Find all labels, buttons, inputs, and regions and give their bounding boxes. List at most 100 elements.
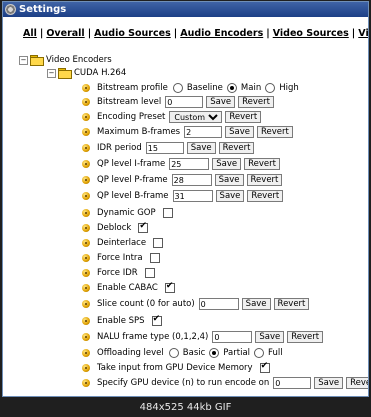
option-label: NALU frame type (0,1,2,4) bbox=[97, 332, 209, 342]
save-button[interactable]: Save bbox=[314, 377, 344, 389]
tree-label: Video Encoders bbox=[46, 55, 112, 65]
revert-button[interactable]: Revert bbox=[225, 111, 262, 123]
save-button[interactable]: Save bbox=[241, 298, 271, 310]
collapse-icon[interactable]: − bbox=[47, 68, 56, 78]
option-gpu-device-memory: Take input from GPU Device Memory bbox=[81, 361, 270, 374]
option-icon bbox=[81, 299, 91, 309]
option-icon bbox=[81, 332, 91, 342]
radio-label: Main bbox=[240, 83, 262, 93]
revert-button[interactable]: Revert bbox=[218, 142, 255, 154]
option-label: Enable CABAC bbox=[97, 283, 158, 293]
option-max-bframes: Maximum B-frames Save Revert bbox=[81, 126, 293, 138]
nav-audio-encoders[interactable]: Audio Encoders bbox=[180, 28, 263, 39]
option-icon bbox=[81, 378, 91, 388]
gpu-device-input[interactable] bbox=[273, 377, 312, 389]
save-button[interactable]: Save bbox=[206, 96, 236, 108]
save-button[interactable]: Save bbox=[225, 126, 254, 138]
option-icon bbox=[81, 112, 91, 122]
window-title: Settings bbox=[19, 4, 67, 15]
save-button[interactable]: Save bbox=[214, 174, 244, 186]
force-intra-checkbox[interactable] bbox=[149, 253, 160, 263]
qp-bframe-input[interactable] bbox=[172, 190, 213, 202]
idr-period-input[interactable] bbox=[145, 142, 184, 154]
folder-icon bbox=[30, 55, 44, 66]
gpu-memory-checkbox[interactable] bbox=[259, 361, 270, 373]
nav-overall[interactable]: Overall bbox=[46, 28, 84, 39]
option-gpu-device: Specify GPU device (n) to run encode on … bbox=[81, 377, 368, 389]
slice-count-input[interactable] bbox=[198, 298, 239, 310]
revert-button[interactable]: Revert bbox=[238, 96, 274, 108]
revert-button[interactable]: Revert bbox=[273, 298, 310, 310]
save-button[interactable]: Save bbox=[215, 190, 245, 202]
radio-baseline[interactable] bbox=[172, 83, 183, 93]
option-icon bbox=[81, 127, 91, 137]
option-icon bbox=[81, 363, 91, 373]
option-qp-bframe: QP level B-frame Save Revert bbox=[81, 190, 284, 202]
option-bitstream-profile: Bitstream profile Baseline Main High bbox=[81, 82, 299, 94]
radio-main[interactable] bbox=[226, 83, 237, 93]
nav-all[interactable]: All bbox=[23, 28, 37, 39]
radio-label: Baseline bbox=[186, 83, 223, 93]
nav-separator: | bbox=[351, 28, 356, 39]
option-dynamic-gop: Dynamic GOP bbox=[81, 207, 173, 219]
save-button[interactable]: Save bbox=[212, 158, 242, 170]
qp-pframe-input[interactable] bbox=[171, 174, 212, 186]
qp-iframe-input[interactable] bbox=[169, 158, 210, 170]
revert-button[interactable]: Revert bbox=[246, 174, 283, 186]
nav-video-encoders[interactable]: Video Encoders bbox=[358, 28, 368, 39]
deblock-checkbox[interactable] bbox=[138, 221, 149, 233]
tree-node-cuda-h264[interactable]: − CUDA H.264 bbox=[47, 68, 127, 79]
save-button[interactable]: Save bbox=[255, 331, 285, 343]
enable-cabac-checkbox[interactable] bbox=[164, 281, 175, 293]
gear-icon bbox=[5, 4, 16, 15]
option-enable-cabac: Enable CABAC bbox=[81, 281, 175, 294]
option-label: Deblock bbox=[97, 223, 132, 233]
nav-video-sources[interactable]: Video Sources bbox=[273, 28, 349, 39]
option-icon bbox=[81, 283, 91, 293]
option-label: Slice count (0 for auto) bbox=[97, 299, 195, 309]
option-icon bbox=[81, 143, 91, 153]
revert-button[interactable]: Revert bbox=[346, 377, 368, 389]
bitstream-level-input[interactable] bbox=[165, 96, 204, 108]
revert-button[interactable]: Revert bbox=[247, 190, 284, 202]
option-icon bbox=[81, 223, 91, 233]
option-slice-count: Slice count (0 for auto) Save Revert bbox=[81, 298, 310, 310]
option-force-intra: Force Intra bbox=[81, 252, 160, 264]
radio-high[interactable] bbox=[265, 83, 276, 93]
tree-label: CUDA H.264 bbox=[74, 68, 127, 78]
revert-button[interactable]: Revert bbox=[244, 158, 280, 170]
option-icon bbox=[81, 208, 91, 218]
nav-audio-sources[interactable]: Audio Sources bbox=[94, 28, 171, 39]
collapse-icon[interactable]: − bbox=[19, 55, 28, 65]
option-icon bbox=[81, 97, 91, 107]
radio-partial[interactable] bbox=[209, 348, 220, 358]
option-label: Force IDR bbox=[97, 268, 138, 278]
enable-sps-checkbox[interactable] bbox=[151, 314, 162, 326]
max-bframes-input[interactable] bbox=[184, 126, 223, 138]
option-label: QP level P-frame bbox=[97, 175, 168, 185]
option-label: Offloading level bbox=[97, 348, 164, 358]
radio-basic[interactable] bbox=[168, 348, 179, 358]
revert-button[interactable]: Revert bbox=[287, 331, 324, 343]
nalu-frame-type-input[interactable] bbox=[212, 331, 253, 343]
tree-node-video-encoders[interactable]: − Video Encoders bbox=[19, 55, 112, 66]
option-enable-sps: Enable SPS bbox=[81, 314, 162, 327]
option-label: Force Intra bbox=[97, 253, 143, 263]
radio-full[interactable] bbox=[254, 348, 265, 358]
option-icon bbox=[81, 238, 91, 248]
dynamic-gop-checkbox[interactable] bbox=[162, 208, 173, 218]
option-label: IDR period bbox=[97, 143, 142, 153]
radio-label: High bbox=[279, 83, 299, 93]
option-icon bbox=[81, 191, 91, 201]
save-button[interactable]: Save bbox=[186, 142, 216, 154]
nav-separator: | bbox=[39, 28, 44, 39]
force-idr-checkbox[interactable] bbox=[144, 268, 155, 278]
option-label: Take input from GPU Device Memory bbox=[97, 363, 253, 373]
option-label: QP level I-frame bbox=[97, 159, 166, 169]
encoding-preset-select[interactable]: Custom bbox=[169, 111, 223, 123]
option-force-idr: Force IDR bbox=[81, 267, 155, 279]
deinterlace-checkbox[interactable] bbox=[153, 238, 164, 248]
option-label: Specify GPU device (n) to run encode on bbox=[97, 378, 270, 388]
revert-button[interactable]: Revert bbox=[257, 126, 293, 138]
nav-separator: | bbox=[87, 28, 92, 39]
